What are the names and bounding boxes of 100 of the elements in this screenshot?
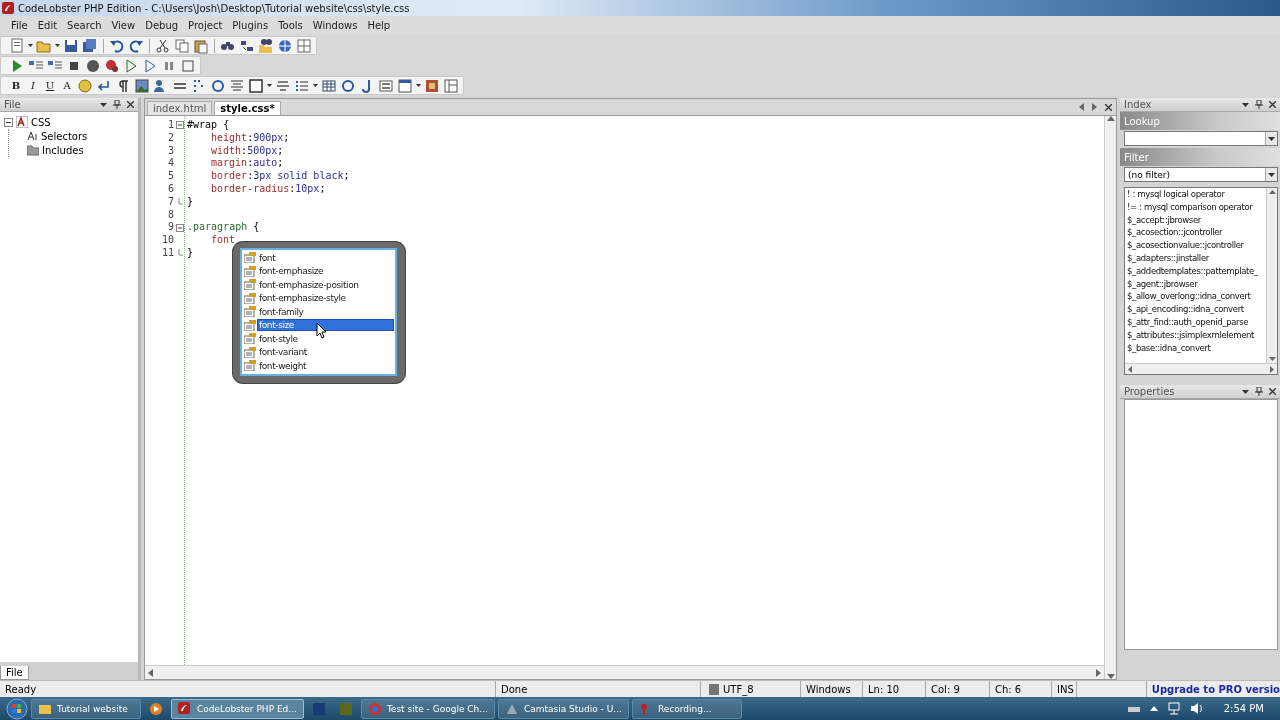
close-icon[interactable]	[1105, 103, 1112, 111]
underline-button[interactable]: U	[43, 80, 57, 91]
menu-item[interactable]: File	[6, 19, 33, 31]
suggestion-item[interactable]: font-emphasize-position	[258, 279, 393, 290]
suggestion-item[interactable]: font-style	[258, 333, 393, 344]
upgrade-link[interactable]: Upgrade to PRO versio	[1151, 683, 1280, 695]
index-item[interactable]: $_adapters::jinstaller	[1127, 253, 1264, 266]
index-item[interactable]: $_base::idna_convert	[1127, 342, 1264, 356]
save-icon[interactable]	[63, 37, 79, 54]
swirl-icon[interactable]	[210, 77, 226, 94]
taskbar-button[interactable]: Recording...	[631, 698, 742, 719]
vertical-scrollbar[interactable]	[1266, 188, 1277, 363]
filter-combobox[interactable]: (no filter)	[1124, 167, 1278, 182]
copy-icon[interactable]	[174, 37, 190, 54]
index-item[interactable]: $_allow_overlong::idna_convert	[1127, 291, 1264, 305]
bold-button[interactable]: B	[9, 80, 23, 91]
menu-item[interactable]: Plugins	[227, 19, 274, 31]
caret-icon[interactable]	[267, 84, 272, 87]
scroll-left-icon[interactable]	[148, 668, 153, 677]
find-in-folder-icon[interactable]	[258, 37, 274, 54]
keyboard-icon[interactable]	[1127, 704, 1140, 713]
italic-button[interactable]: I	[26, 80, 40, 91]
tree-item[interactable]: Includes	[42, 144, 84, 156]
tree-item[interactable]: CSS	[31, 116, 51, 128]
fold-icon[interactable]	[175, 121, 184, 130]
font-color-button[interactable]: A	[60, 80, 74, 91]
play-outline-icon[interactable]	[123, 57, 139, 74]
table-icon[interactable]	[321, 77, 337, 94]
frame-icon[interactable]	[248, 77, 264, 94]
paste-icon[interactable]	[193, 37, 209, 54]
index-item[interactable]: $_acosection::jcontroller	[1127, 227, 1264, 241]
picture-icon[interactable]	[424, 77, 440, 94]
start-orb-icon[interactable]	[6, 697, 28, 720]
scroll-right-icon[interactable]	[1270, 365, 1274, 373]
close-icon[interactable]	[1269, 101, 1276, 108]
scroll-left-icon[interactable]	[1079, 103, 1084, 111]
taskbar-button[interactable]: Test site - Google Ch...	[360, 698, 495, 719]
editor-tab[interactable]: index.html	[147, 101, 213, 115]
new-file-icon[interactable]	[9, 37, 25, 54]
speaker-icon[interactable]	[1189, 702, 1202, 715]
index-item[interactable]: != : mysql comparison operator	[1127, 201, 1264, 215]
pin-icon[interactable]	[1255, 387, 1263, 396]
network-icon[interactable]	[1167, 702, 1180, 715]
menu-item[interactable]: Project	[183, 19, 228, 31]
collapse-icon[interactable]	[4, 117, 13, 127]
save-all-icon[interactable]	[82, 37, 98, 54]
taskbar-button[interactable]: CodeLobster PHP Ed...	[171, 698, 304, 719]
index-item[interactable]: $_attr_find::auth_openid_parse	[1127, 316, 1264, 330]
scroll-right-icon[interactable]	[1092, 103, 1097, 111]
scroll-right-icon[interactable]	[1096, 668, 1101, 677]
menu-item[interactable]: Edit	[32, 19, 63, 31]
index-item[interactable]: $_acosectionvalue::jcontroller	[1127, 240, 1264, 253]
window-icon[interactable]	[397, 77, 413, 94]
panel-tab[interactable]: File	[0, 666, 29, 680]
index-item[interactable]: $_attributes::jsimplexmlelement	[1127, 329, 1264, 343]
suggestion-item[interactable]: font-emphasize-style	[258, 293, 393, 304]
index-item[interactable]: $_accept::jbrowser	[1127, 214, 1264, 228]
close-icon[interactable]	[127, 101, 134, 108]
taskbar-button[interactable]: Tutorial website	[31, 698, 141, 719]
scroll-left-icon[interactable]	[1128, 365, 1132, 373]
up-arrow-icon[interactable]	[1149, 706, 1158, 711]
dropdown-icon[interactable]	[1268, 136, 1275, 141]
dropdown-icon[interactable]	[1268, 172, 1275, 177]
layout-icon[interactable]	[443, 77, 459, 94]
suggestion-item[interactable]: font-size	[258, 320, 393, 331]
vertical-scrollbar[interactable]	[1104, 116, 1116, 679]
dropdown-icon[interactable]	[1242, 102, 1249, 107]
suggestion-item[interactable]: font-family	[258, 306, 393, 317]
caret-icon[interactable]	[416, 84, 421, 87]
horizontal-scrollbar[interactable]	[1125, 363, 1277, 374]
index-item[interactable]: $_agent::jbrowser	[1127, 278, 1264, 292]
step-icon[interactable]	[142, 57, 158, 74]
grid-icon[interactable]	[296, 37, 312, 54]
horizontal-scrollbar[interactable]	[145, 665, 1104, 679]
image-icon[interactable]	[134, 77, 150, 94]
fold-icon[interactable]	[175, 223, 184, 232]
bug-icon[interactable]	[104, 57, 120, 74]
scroll-down-icon[interactable]	[1268, 357, 1276, 361]
caret-icon[interactable]	[55, 44, 60, 47]
suggestion-item[interactable]: font-emphasize	[258, 266, 393, 277]
menu-item[interactable]: Help	[362, 19, 396, 31]
index-item[interactable]: $_api_encoding::idna_convert	[1127, 304, 1264, 317]
suggestion-item[interactable]: font	[258, 252, 393, 263]
pin-icon[interactable]	[1255, 100, 1263, 109]
taskbar-button[interactable]: Camtasia Studio - U...	[497, 698, 629, 719]
swirl-icon[interactable]	[340, 77, 356, 94]
tree-item[interactable]: Selectors	[41, 130, 88, 142]
scroll-up-icon[interactable]	[1268, 190, 1276, 194]
close-icon[interactable]	[1269, 388, 1276, 395]
editor-tab[interactable]: style.css*	[214, 101, 281, 115]
dropdown-icon[interactable]	[1242, 389, 1249, 394]
form-icon[interactable]	[378, 77, 394, 94]
circle-icon[interactable]	[85, 57, 101, 74]
menu-item[interactable]: Search	[62, 19, 107, 31]
dropdown-icon[interactable]	[100, 102, 107, 107]
menu-item[interactable]: Windows	[307, 19, 363, 31]
caret-icon[interactable]	[313, 84, 318, 87]
align-icon[interactable]	[229, 77, 245, 94]
suggestion-item[interactable]: font-variant	[258, 347, 393, 358]
globe-icon[interactable]	[277, 37, 293, 54]
